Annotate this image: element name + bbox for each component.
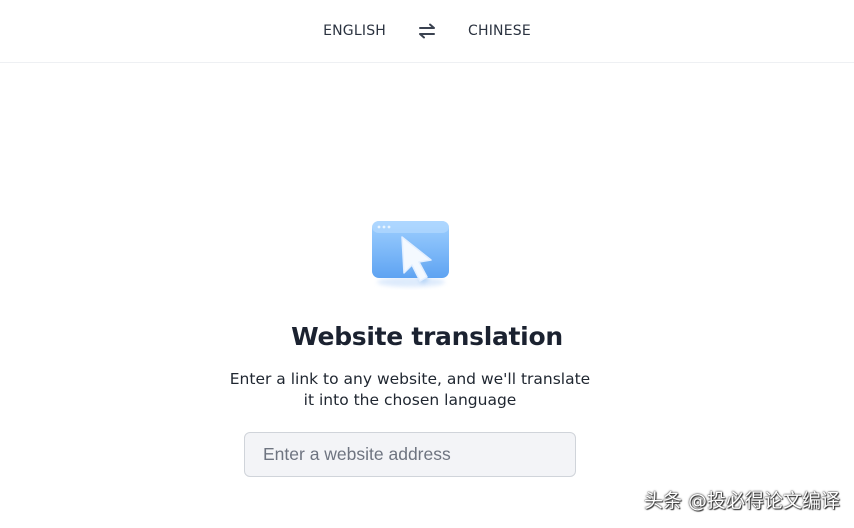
page-title: Website translation (291, 322, 563, 351)
website-translation-page: ENGLISH CHINESE Website translation Ente… (0, 0, 854, 528)
website-address-input[interactable] (244, 432, 576, 477)
target-language-button[interactable]: CHINESE (462, 19, 537, 43)
swap-arrows-icon (419, 23, 436, 39)
browser-cursor-icon (372, 221, 449, 287)
source-language-button[interactable]: ENGLISH (317, 19, 392, 43)
watermark-text: 头条 @投必得论文编译 (643, 490, 840, 512)
page-description: Enter a link to any website, and we'll t… (229, 370, 591, 409)
swap-languages-button[interactable] (414, 18, 440, 44)
language-selector-bar: ENGLISH CHINESE (0, 0, 854, 63)
